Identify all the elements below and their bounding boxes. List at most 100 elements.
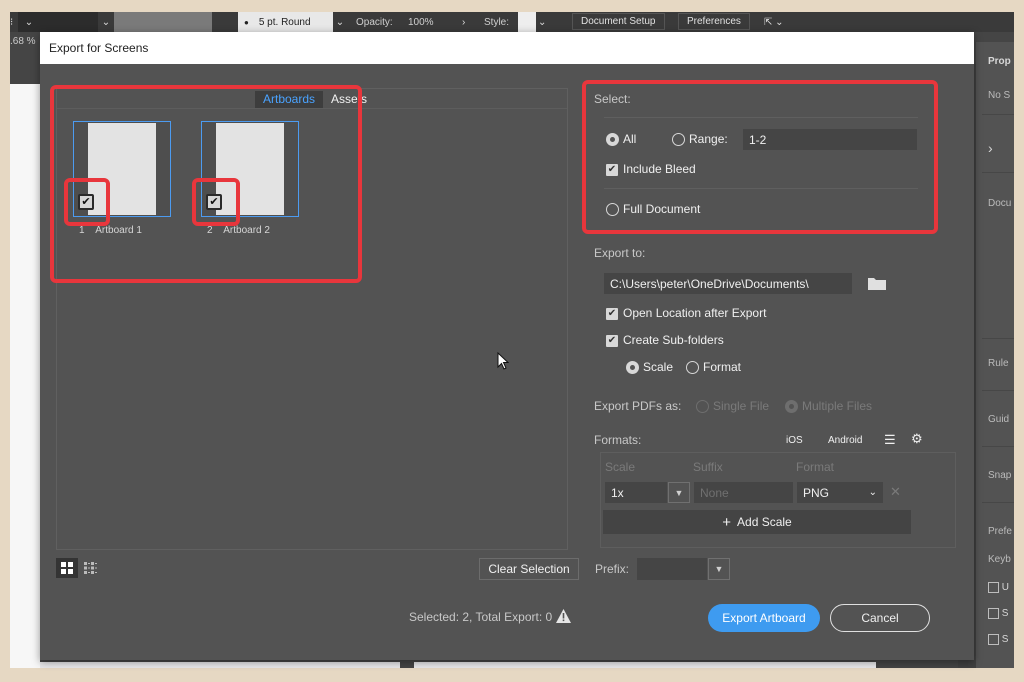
radio-subfolder-format[interactable]: Format xyxy=(686,360,742,375)
ios-preset-button[interactable]: iOS xyxy=(786,435,803,446)
radio-unselected-icon xyxy=(672,133,685,147)
multiple-files-label: Multiple Files xyxy=(802,399,873,413)
checkbox-checked-icon: ✔ xyxy=(606,334,618,347)
dialog-title: Export for Screens xyxy=(49,41,149,55)
select-similar-icon[interactable]: ⇱ ⌄ xyxy=(764,12,784,32)
radio-single-file: Single File xyxy=(696,399,769,414)
range-input[interactable]: 1-2 xyxy=(743,129,917,150)
tab-assets[interactable]: Assets xyxy=(323,91,375,108)
format-select[interactable]: PNG ⌄ xyxy=(797,482,883,503)
chevron-right-icon[interactable]: › xyxy=(988,140,993,156)
control-bar: ⁝ ⌄ ⌄ ● 5 pt. Round ⌄ Opacity: 100% › St… xyxy=(10,12,1014,32)
export-status: Selected: 2, Total Export: 0 xyxy=(409,609,571,624)
radio-unselected-icon xyxy=(686,361,699,375)
prefix-dropdown-icon[interactable]: ▼ xyxy=(708,558,730,580)
clear-selection-button[interactable]: Clear Selection xyxy=(479,558,579,580)
column-header-suffix: Suffix xyxy=(693,460,723,474)
formats-label: Formats: xyxy=(594,433,642,447)
cancel-button[interactable]: Cancel xyxy=(830,604,930,632)
artboard-item-2[interactable]: ✔ 2 Artboard 2 xyxy=(201,121,299,236)
radio-disabled-selected-icon xyxy=(785,400,798,414)
opacity-label: Opacity: xyxy=(356,16,393,28)
scale-dropdown-icon[interactable]: ▼ xyxy=(668,482,690,503)
include-bleed-checkbox[interactable]: ✔ Include Bleed xyxy=(606,162,696,176)
artboard-number: 2 xyxy=(207,225,213,236)
style-swatch[interactable] xyxy=(518,12,536,32)
radio-selected-icon xyxy=(606,133,619,147)
artboard-item-1[interactable]: ✔ 1 Artboard 1 xyxy=(73,121,171,236)
properties-panel: Prop No S › Docu Rule Guid Snap Prefe Ke… xyxy=(976,42,1014,668)
pref-checkbox-1[interactable]: U xyxy=(988,582,1009,593)
style-dropdown-arrow[interactable]: ⌄ xyxy=(538,12,546,32)
gear-icon[interactable]: ⚙ xyxy=(911,431,923,447)
dialog-title-bar[interactable]: Export for Screens xyxy=(40,32,974,64)
fill-dropdown[interactable]: ⌄ xyxy=(18,12,40,32)
panel-tabs: Artboards Assets xyxy=(255,91,375,108)
radio-all[interactable]: All xyxy=(606,132,637,147)
no-selection-label: No S xyxy=(988,90,1011,101)
radio-disabled-icon xyxy=(696,400,709,414)
tab-divider xyxy=(57,108,567,109)
stroke-weight-field[interactable] xyxy=(114,12,212,32)
preferences-button[interactable]: Preferences xyxy=(678,13,750,30)
export-for-screens-dialog: Export for Screens Artboards Assets ✔ 1 … xyxy=(40,32,974,660)
add-scale-label: Add Scale xyxy=(737,515,792,529)
radio-selected-icon xyxy=(626,361,639,375)
radio-range[interactable]: Range: xyxy=(672,132,728,147)
pref-checkbox-2[interactable]: S xyxy=(988,608,1008,619)
status-text: Selected: 2, Total Export: 0 xyxy=(409,610,553,624)
radio-all-label: All xyxy=(623,132,637,146)
export-artboard-button[interactable]: Export Artboard xyxy=(708,604,820,632)
suffix-input[interactable]: None xyxy=(694,482,793,503)
properties-tab[interactable]: Prop xyxy=(988,56,1011,67)
prefix-label: Prefix: xyxy=(595,562,630,576)
scale-input[interactable]: 1x xyxy=(605,482,667,503)
stroke-dropdown[interactable]: ⌄ xyxy=(98,12,114,32)
artboard-thumbnail[interactable]: ✔ xyxy=(73,121,171,217)
artboard-checkbox[interactable]: ✔ xyxy=(78,194,94,210)
grid-view-icon[interactable] xyxy=(56,558,78,578)
artboard-thumbnail[interactable]: ✔ xyxy=(201,121,299,217)
radio-unselected-icon xyxy=(606,203,619,217)
plus-icon: + xyxy=(722,513,732,531)
column-header-format: Format xyxy=(796,460,835,474)
artboard-page-preview xyxy=(216,123,284,215)
create-subfolders-label: Create Sub-folders xyxy=(623,333,724,347)
tab-artboards[interactable]: Artboards xyxy=(255,91,324,108)
list-settings-icon[interactable]: ☰ xyxy=(884,432,896,448)
pref-checkbox-3[interactable]: S xyxy=(988,634,1008,645)
checkmark-icon: ✔ xyxy=(209,196,219,208)
full-document-label: Full Document xyxy=(623,202,701,216)
brush-dropdown[interactable]: ● 5 pt. Round xyxy=(238,12,333,32)
keyboard-increment-label: Keyb xyxy=(988,554,1011,565)
artboard-name: Artboard 1 xyxy=(95,225,142,236)
list-view-icon[interactable] xyxy=(80,558,102,578)
include-bleed-label: Include Bleed xyxy=(623,162,696,176)
add-scale-button[interactable]: + Add Scale xyxy=(603,510,911,534)
artboard-checkbox[interactable]: ✔ xyxy=(206,194,222,210)
open-location-checkbox[interactable]: ✔ Open Location after Export xyxy=(606,306,766,320)
radio-full-document[interactable]: Full Document xyxy=(606,202,701,217)
style-label: Style: xyxy=(484,16,510,28)
export-pdfs-label: Export PDFs as: xyxy=(594,399,682,413)
subfolder-scale-label: Scale xyxy=(643,360,674,374)
create-subfolders-checkbox[interactable]: ✔ Create Sub-folders xyxy=(606,333,724,347)
zoom-level: .68 % xyxy=(10,36,36,47)
subfolder-format-label: Format xyxy=(703,360,742,374)
open-location-label: Open Location after Export xyxy=(623,306,767,320)
opacity-value[interactable]: 100% xyxy=(408,12,434,32)
export-path-input[interactable]: C:\Users\peter\OneDrive\Documents\ xyxy=(604,273,852,294)
prefix-input[interactable] xyxy=(637,558,707,580)
brush-dropdown-arrow[interactable]: ⌄ xyxy=(333,12,347,32)
stroke-color-field[interactable] xyxy=(40,12,98,32)
android-preset-button[interactable]: Android xyxy=(828,435,862,446)
view-toggle xyxy=(56,558,102,578)
artboard-name: Artboard 2 xyxy=(223,225,270,236)
opacity-arrow-icon[interactable]: › xyxy=(462,12,465,32)
folder-icon[interactable] xyxy=(868,276,886,293)
document-setup-button[interactable]: Document Setup xyxy=(572,13,665,30)
warning-icon xyxy=(555,609,571,623)
select-label: Select: xyxy=(594,92,631,106)
radio-subfolder-scale[interactable]: Scale xyxy=(626,360,674,375)
remove-scale-icon[interactable]: ✕ xyxy=(890,484,901,500)
